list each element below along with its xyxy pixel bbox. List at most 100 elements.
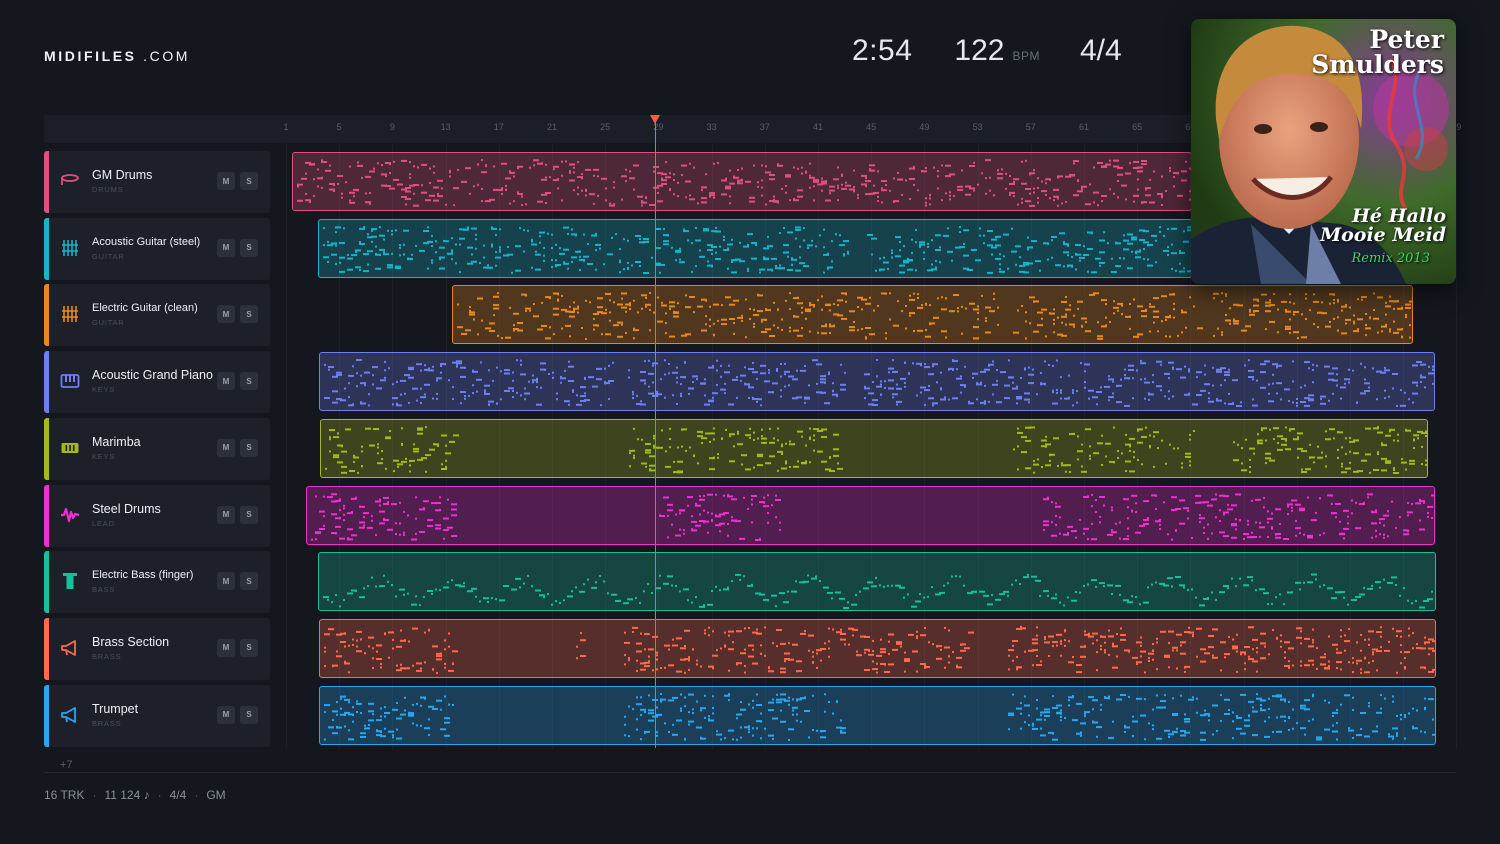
ruler-bar-label: 25 (600, 122, 611, 132)
solo-button[interactable]: S (240, 705, 258, 724)
track-header[interactable]: Acoustic Grand Piano KEYS M S (44, 351, 270, 414)
clip-notes (324, 625, 1435, 674)
status-footer: 16 TRK · 11 124 ♪ · 4/4 · GM (44, 788, 226, 802)
solo-button[interactable]: S (240, 305, 258, 324)
playhead-handle[interactable] (650, 115, 660, 124)
tempo-readout: 122 (954, 34, 1005, 67)
midi-clip[interactable] (320, 418, 1428, 478)
track-name: Brass Section (92, 634, 170, 649)
tempo-unit: BPM (1012, 49, 1040, 63)
track-header[interactable]: GM Drums DRUMS M S (44, 151, 270, 213)
track-category: LEAD (92, 518, 115, 528)
mute-button[interactable]: M (217, 705, 235, 724)
marimba-icon (60, 438, 80, 458)
track-color-stripe (44, 417, 49, 480)
midi-standard: GM (206, 788, 226, 802)
solo-button[interactable]: S (240, 505, 258, 524)
solo-button[interactable]: S (240, 172, 258, 190)
more-tracks-indicator[interactable]: +7 (60, 759, 73, 771)
track-color-stripe (44, 684, 49, 747)
track-category: KEYS (92, 451, 116, 461)
track-color-stripe (44, 551, 49, 614)
ruler-bar-label: 21 (546, 122, 558, 132)
midi-clip[interactable] (319, 352, 1435, 412)
guitar-strings-icon (60, 238, 80, 258)
clip-notes (325, 425, 1427, 474)
track-color-stripe (44, 351, 49, 414)
ruler-bar-label: 13 (440, 122, 451, 132)
track-color-stripe (44, 617, 49, 680)
ruler-bar-label: 33 (706, 122, 717, 132)
track-name: Acoustic Guitar (steel) (92, 235, 201, 248)
solo-button[interactable]: S (240, 372, 258, 391)
mute-button[interactable]: M (217, 305, 235, 324)
ruler-bar-label: 5 (336, 122, 342, 132)
track-category: KEYS (92, 385, 116, 395)
solo-button[interactable]: S (240, 638, 258, 657)
footer-divider (44, 772, 1456, 773)
midi-clip[interactable] (318, 218, 1193, 278)
cover-title: Hé Hallo Mooie Meid (1320, 205, 1446, 246)
track-name: Acoustic Grand Piano (92, 368, 213, 383)
track-header[interactable]: Steel Drums LEAD M S (44, 484, 270, 547)
ruler-bar-label: 9 (389, 122, 395, 132)
album-cover: Peter Smulders Hé Hallo Mooie Meid Remix… (1191, 19, 1456, 284)
ruler-bar-label: 61 (1078, 122, 1090, 132)
clip-notes (297, 159, 1191, 207)
midi-clip[interactable] (319, 618, 1436, 678)
track-name: GM Drums (92, 168, 153, 182)
ruler-bar-label: 57 (1025, 122, 1036, 132)
midi-clip[interactable] (292, 152, 1192, 211)
mute-button[interactable]: M (217, 238, 235, 257)
solo-button[interactable]: S (240, 572, 258, 591)
mute-button[interactable]: M (217, 638, 235, 657)
track-header[interactable]: Trumpet BRASS M S (44, 684, 270, 747)
track-name: Steel Drums (92, 501, 161, 516)
grid-line (286, 143, 287, 749)
track-header[interactable]: Brass Section BRASS M S (44, 617, 270, 680)
ruler-bar-label: 49 (919, 122, 930, 132)
track-header[interactable]: Electric Guitar (clean) GUITAR M S (44, 284, 270, 347)
ruler-bar-label: 41 (812, 122, 824, 132)
track-color-stripe (44, 217, 49, 280)
track-header[interactable]: Marimba KEYS M S (44, 417, 270, 480)
midi-clip[interactable] (318, 552, 1436, 612)
ruler-bar-label: 53 (972, 122, 983, 132)
midi-clip[interactable] (452, 285, 1413, 345)
track-color-stripe (44, 284, 49, 347)
clip-notes (324, 692, 1435, 741)
midi-clip[interactable] (319, 685, 1436, 745)
track-name: Trumpet (92, 701, 139, 716)
track-category: DRUMS (92, 185, 124, 194)
clip-notes (457, 292, 1412, 341)
brand-logo: MIDIFILES .COM (44, 48, 191, 64)
time-readout: 2:54 (852, 34, 913, 67)
mute-button[interactable]: M (217, 372, 235, 391)
track-count: 16 TRK (44, 788, 85, 802)
drum-icon (60, 171, 80, 191)
track-category: BASS (92, 585, 116, 595)
mute-button[interactable]: M (217, 505, 235, 524)
midi-clip[interactable] (306, 485, 1435, 545)
mute-button[interactable]: M (217, 438, 235, 457)
mute-button[interactable]: M (217, 572, 235, 591)
track-name: Marimba (92, 434, 141, 449)
solo-button[interactable]: S (240, 438, 258, 457)
playhead[interactable] (655, 120, 656, 748)
ruler-bar-label: 37 (759, 122, 770, 132)
track-category: GUITAR (92, 251, 125, 261)
track-header[interactable]: Electric Bass (finger) BASS M S (44, 551, 270, 614)
guitar-strings-icon (60, 304, 80, 324)
mute-button[interactable]: M (217, 172, 235, 190)
bass-icon (60, 571, 80, 591)
horn-icon (60, 705, 80, 725)
transport-display: 2:54 122 BPM 4/4 (852, 34, 1122, 68)
track-header[interactable]: Acoustic Guitar (steel) GUITAR M S (44, 217, 270, 280)
waveform-icon (60, 505, 80, 525)
track-name: Electric Guitar (clean) (92, 302, 198, 315)
track-color-stripe (44, 151, 49, 213)
time-signature: 4/4 (1079, 34, 1122, 67)
track-category: BRASS (92, 718, 122, 728)
solo-button[interactable]: S (240, 238, 258, 257)
ruler-bar-label: 65 (1132, 122, 1143, 132)
